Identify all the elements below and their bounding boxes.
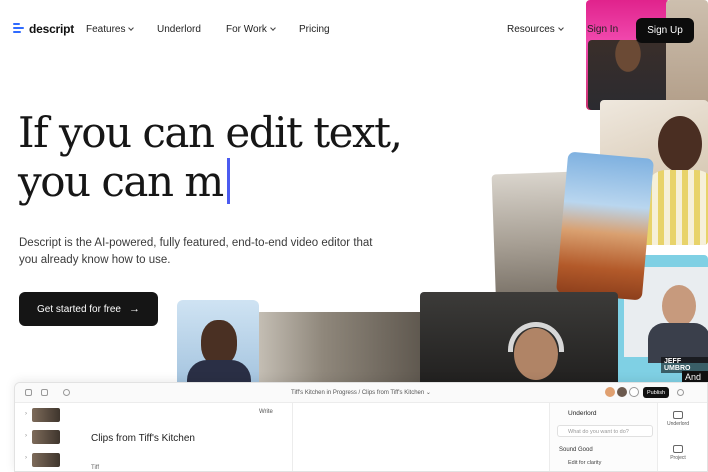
nav-resources[interactable]: Resources	[507, 24, 564, 35]
nav-for-work[interactable]: For Work	[226, 24, 276, 35]
nav-features-label: Features	[86, 24, 126, 35]
edit-for-clarity-action[interactable]: Edit for clarity	[568, 460, 601, 466]
avatar	[617, 387, 627, 397]
collage-tile-glasses-man	[177, 300, 259, 395]
nav-pricing-label: Pricing	[299, 24, 330, 35]
canvas-area[interactable]	[293, 403, 549, 471]
app-toolbar: Tiff's Kitchen in Progress / Clips from …	[15, 383, 707, 403]
rail-underlord-label: Underlord	[667, 421, 689, 427]
app-preview-window: Tiff's Kitchen in Progress / Clips from …	[14, 382, 708, 472]
top-nav: descript Features Underlord For Work Pri…	[0, 0, 708, 60]
underlord-icon	[673, 411, 683, 419]
text-caret	[226, 158, 230, 204]
scene-thumbnail[interactable]	[32, 408, 60, 422]
hero-line-1: If you can edit text,	[18, 108, 403, 157]
home-icon[interactable]	[25, 389, 32, 396]
logo-text: descript	[29, 22, 75, 36]
scene-thumbnail[interactable]	[32, 453, 60, 467]
speaker-label: Tiff	[91, 465, 100, 471]
breadcrumb[interactable]: Tiff's Kitchen in Progress / Clips from …	[291, 389, 431, 396]
rail-underlord[interactable]: Underlord	[664, 411, 692, 427]
right-rail: Underlord Project	[657, 403, 707, 471]
menu-icon[interactable]	[41, 389, 48, 396]
collaborator-avatars	[605, 387, 639, 397]
chevron-right-icon[interactable]: ›	[25, 455, 27, 461]
underlord-title: Underlord	[568, 410, 597, 417]
nav-pricing[interactable]: Pricing	[299, 24, 330, 35]
chevron-right-icon[interactable]: ›	[25, 411, 27, 417]
hero-line-2-text: you can m	[18, 157, 224, 206]
nav-resources-label: Resources	[507, 24, 555, 35]
underlord-search-input[interactable]: What do you want to do?	[557, 425, 653, 437]
chevron-right-icon[interactable]: ›	[25, 433, 27, 439]
nav-underlord[interactable]: Underlord	[157, 24, 201, 35]
nav-features[interactable]: Features	[86, 24, 135, 35]
script-panel: › › › Write Clips from Tiff's Kitchen Ti…	[15, 403, 293, 471]
collage-tile-desert	[555, 151, 655, 301]
rail-project[interactable]: Project	[664, 445, 692, 461]
collage-tile-kitchen	[256, 312, 424, 392]
sign-in-link[interactable]: Sign In	[587, 24, 618, 35]
hero-subtitle: Descript is the AI-powered, fully featur…	[19, 237, 373, 266]
chevron-down-icon	[270, 25, 276, 31]
write-mode-button[interactable]: Write	[259, 409, 273, 415]
get-started-button[interactable]: Get started for free →	[19, 292, 158, 326]
hero-line-2: you can m	[18, 157, 401, 206]
history-icon[interactable]	[63, 389, 70, 396]
sound-good-heading: Sound Good	[559, 447, 593, 453]
hero-headline: If you can edit text, you can m	[18, 108, 403, 206]
document-title[interactable]: Clips from Tiff's Kitchen	[91, 433, 195, 444]
publish-button[interactable]: Publish	[643, 387, 669, 398]
descript-logo-icon	[13, 22, 24, 36]
scene-thumbnail[interactable]	[32, 430, 60, 444]
rail-project-label: Project	[670, 455, 686, 461]
sign-up-button[interactable]: Sign Up	[636, 18, 694, 43]
settings-icon[interactable]	[677, 389, 684, 396]
project-icon	[673, 445, 683, 453]
arrow-right-icon: →	[128, 303, 140, 315]
underlord-panel: Underlord What do you want to do? Sound …	[549, 403, 657, 471]
avatar	[605, 387, 615, 397]
chevron-down-icon	[557, 25, 564, 31]
get-started-label: Get started for free	[37, 303, 121, 315]
nav-underlord-label: Underlord	[157, 24, 201, 35]
comment-icon[interactable]	[629, 387, 639, 397]
descript-logo[interactable]: descript	[13, 22, 74, 36]
collage-tile-headphones-woman	[420, 292, 618, 392]
sign-in-label: Sign In	[587, 24, 619, 35]
chevron-down-icon	[128, 25, 135, 31]
nav-for-work-label: For Work	[226, 24, 267, 35]
